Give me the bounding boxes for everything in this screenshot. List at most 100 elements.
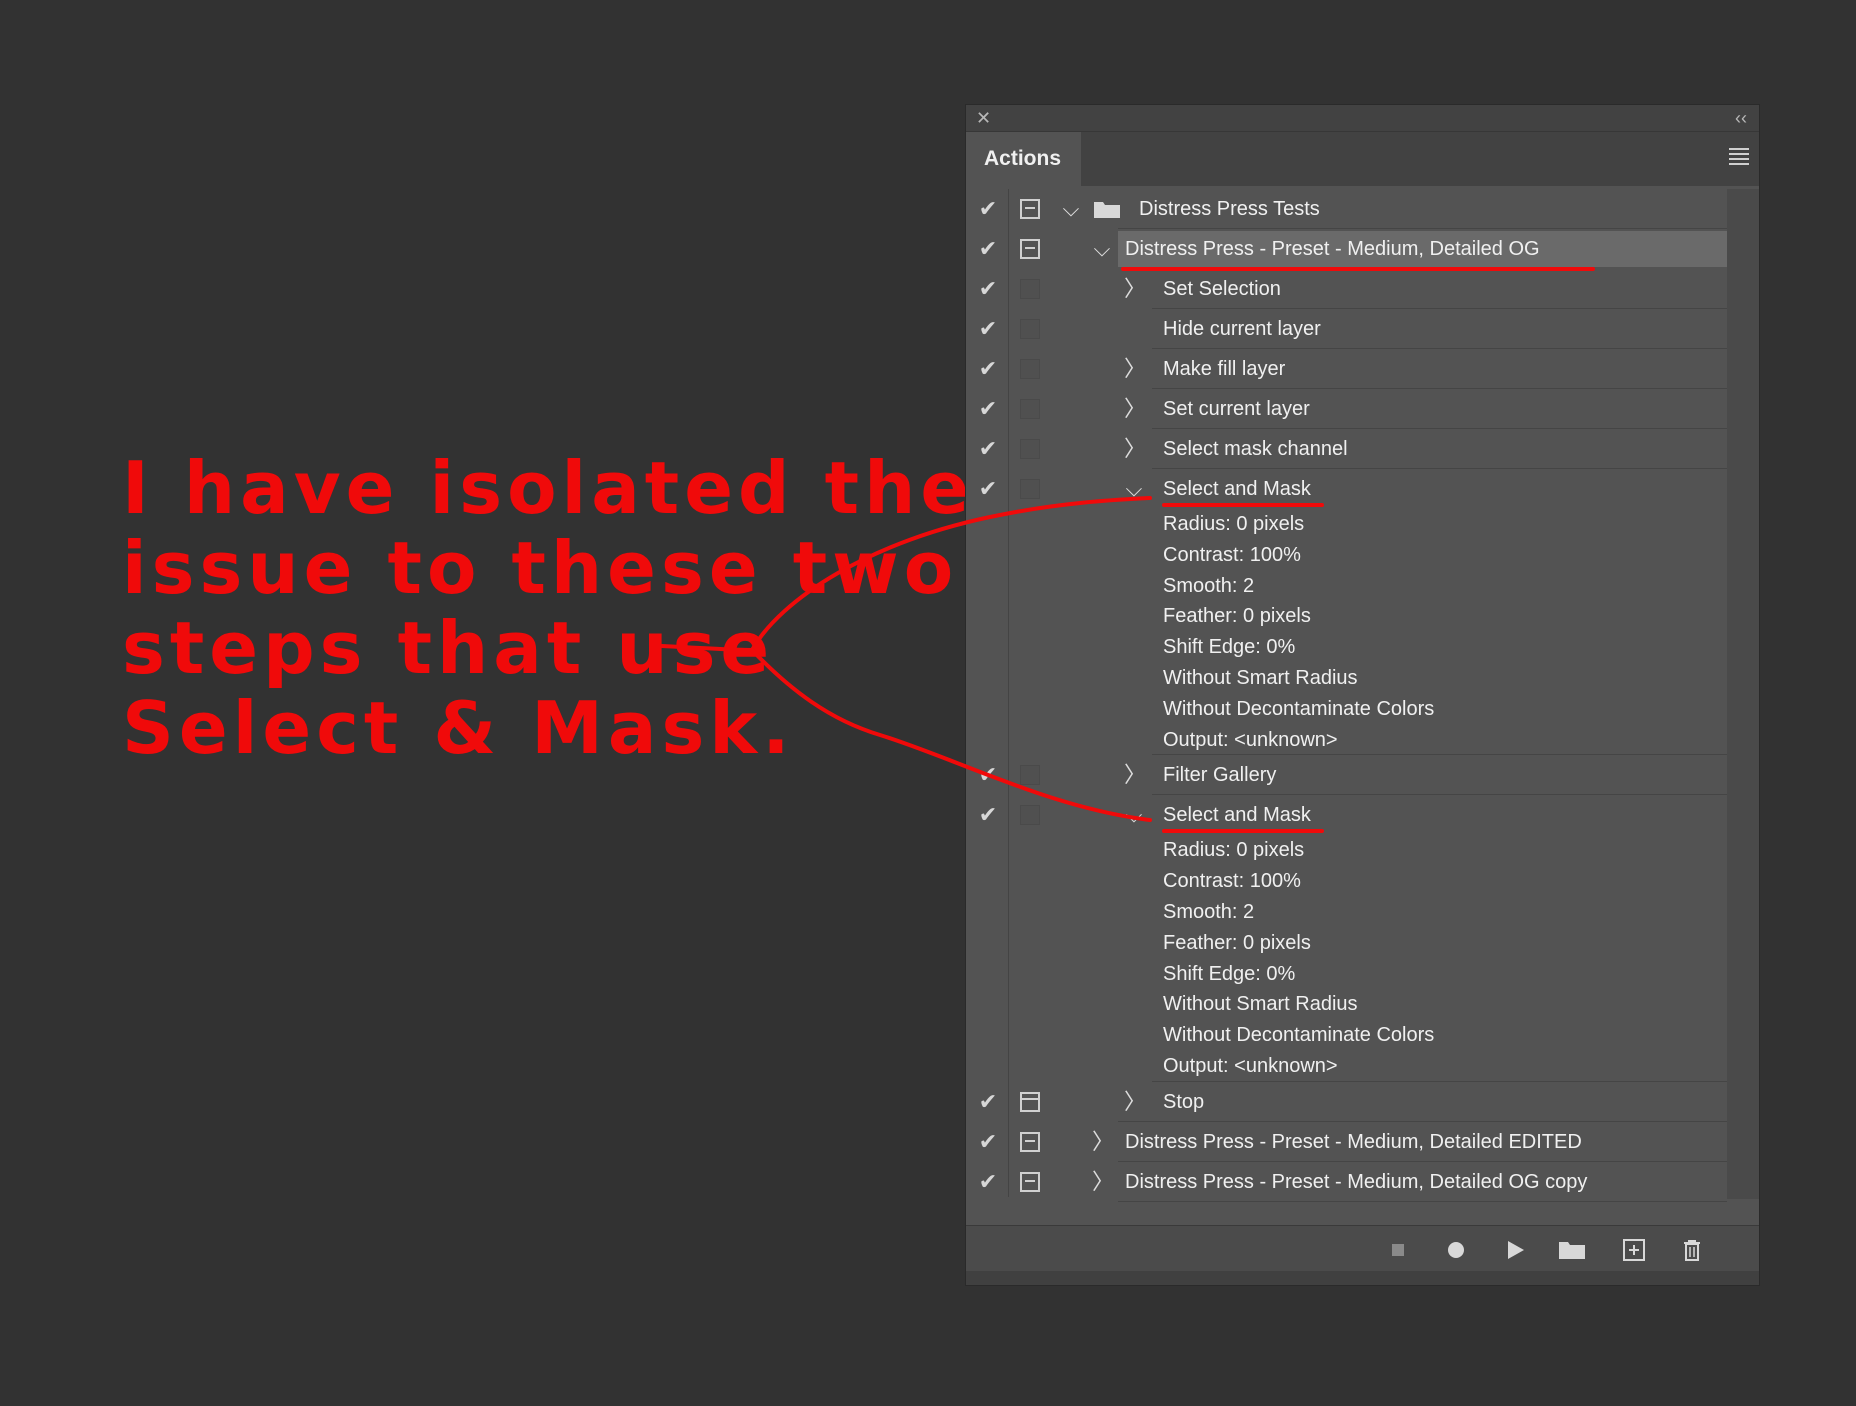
param-text: Without Decontaminate Colors: [1163, 697, 1435, 720]
chevron-down-icon[interactable]: ⌵: [1124, 795, 1144, 835]
checkmark-icon[interactable]: ✔: [974, 1122, 1002, 1162]
action-name: Distress Press - Preset - Medium, Detail…: [1125, 1130, 1582, 1153]
dialog-toggle-icon[interactable]: [1020, 479, 1040, 499]
folder-icon: [1094, 202, 1120, 218]
param-text: Without Decontaminate Colors: [1163, 1024, 1435, 1047]
list-item-step[interactable]: ✔ 〉 Select mask channel: [966, 429, 1759, 469]
dialog-toggle-icon[interactable]: [1020, 239, 1040, 259]
step-name: Make fill layer: [1163, 358, 1286, 380]
red-underline: [1162, 829, 1324, 834]
trash-icon[interactable]: [1680, 1238, 1704, 1262]
param-text: Feather: 0 pixels: [1163, 605, 1311, 628]
chevron-down-icon[interactable]: ⌵: [1061, 189, 1081, 229]
row-divider: [1118, 1200, 1727, 1202]
checkmark-icon[interactable]: ✔: [974, 1082, 1002, 1122]
panel-bottom-toolbar: [966, 1225, 1759, 1272]
tab-actions[interactable]: Actions: [966, 132, 1081, 186]
actions-list: ✔ ⌵ Distress Press Tests ✔ ⌵ Distress Pr…: [966, 189, 1759, 1202]
step-parameter: Smooth: 2: [966, 571, 1759, 602]
dialog-toggle-icon[interactable]: [1020, 279, 1040, 299]
annotation-line-3: steps that use: [122, 606, 775, 690]
param-text: Shift Edge: 0%: [1163, 636, 1296, 659]
double-chevron-left-icon[interactable]: ‹‹: [1735, 107, 1747, 129]
red-underline: [1162, 503, 1324, 507]
param-text: Radius: 0 pixels: [1163, 513, 1305, 535]
play-icon[interactable]: [1503, 1238, 1527, 1262]
param-text: Contrast: 100%: [1163, 543, 1301, 566]
dialog-toggle-icon[interactable]: [1020, 439, 1040, 459]
annotation-line-2: issue to these two: [122, 526, 959, 610]
checkmark-icon[interactable]: ✔: [974, 429, 1002, 469]
record-icon[interactable]: [1444, 1238, 1468, 1262]
step-parameter: Without Decontaminate Colors: [966, 694, 1759, 725]
step-parameter: Feather: 0 pixels: [966, 928, 1759, 959]
checkmark-icon[interactable]: ✔: [974, 389, 1002, 429]
chevron-right-icon[interactable]: 〉: [1124, 1082, 1146, 1122]
param-text: Without Smart Radius: [1163, 666, 1358, 689]
checkmark-icon[interactable]: ✔: [974, 189, 1002, 229]
resize-grip[interactable]: [966, 1271, 1759, 1285]
step-parameter: Radius: 0 pixels: [966, 509, 1759, 540]
list-item-step[interactable]: ✔ 〉 Filter Gallery: [966, 755, 1759, 796]
step-parameter: Output: <unknown>: [966, 1051, 1759, 1082]
chevron-right-icon[interactable]: 〉: [1092, 1122, 1114, 1162]
step-parameter: Shift Edge: 0%: [966, 959, 1759, 990]
checkmark-icon[interactable]: ✔: [974, 795, 1002, 835]
param-text: Shift Edge: 0%: [1163, 962, 1296, 985]
panel-menu-icon[interactable]: [1729, 148, 1749, 165]
list-item-step[interactable]: ✔ 〉 Set current layer: [966, 389, 1759, 429]
stop-icon[interactable]: [1386, 1238, 1410, 1262]
list-item-action[interactable]: ✔ 〉 Distress Press - Preset - Medium, De…: [966, 1162, 1759, 1202]
list-item-step[interactable]: ✔ 〉 Make fill layer: [966, 349, 1759, 389]
checkmark-icon[interactable]: ✔: [974, 349, 1002, 389]
chevron-right-icon[interactable]: 〉: [1124, 269, 1146, 309]
checkmark-icon[interactable]: ✔: [974, 269, 1002, 309]
chevron-right-icon[interactable]: 〉: [1124, 755, 1146, 795]
param-text: Radius: 0 pixels: [1163, 839, 1305, 862]
checkmark-icon[interactable]: ✔: [974, 1162, 1002, 1202]
dialog-toggle-icon[interactable]: [1020, 199, 1040, 219]
chevron-right-icon[interactable]: 〉: [1124, 389, 1146, 429]
step-parameter: Output: <unknown>: [966, 725, 1759, 756]
list-item-step[interactable]: ✔ 〉 Stop: [966, 1082, 1759, 1122]
list-item-step[interactable]: ✔ 〉 Set Selection: [966, 269, 1759, 309]
checkmark-icon[interactable]: ✔: [974, 309, 1002, 349]
chevron-right-icon[interactable]: 〉: [1092, 1162, 1114, 1202]
step-parameter: Contrast: 100%: [966, 540, 1759, 571]
dialog-toggle-icon[interactable]: [1020, 319, 1040, 339]
chevron-right-icon[interactable]: 〉: [1124, 349, 1146, 389]
dialog-toggle-icon[interactable]: [1020, 1131, 1040, 1152]
list-item-action[interactable]: ✔ ⌵ Distress Press - Preset - Medium, De…: [966, 229, 1759, 271]
new-set-folder-icon[interactable]: [1558, 1238, 1586, 1262]
list-item-step-select-and-mask[interactable]: ✔ ⌵ Select and Mask: [966, 795, 1759, 835]
chevron-down-icon[interactable]: ⌵: [1092, 229, 1112, 269]
dialog-toggle-icon[interactable]: [1020, 1091, 1040, 1112]
list-item-action[interactable]: ✔ 〉 Distress Press - Preset - Medium, De…: [966, 1122, 1759, 1162]
param-text: Smooth: 2: [1163, 900, 1255, 923]
list-item-action-set[interactable]: ✔ ⌵ Distress Press Tests: [966, 189, 1759, 229]
actions-panel: ✕ ‹‹ Actions ✔ ⌵ Distress Press Tests ✔ …: [965, 104, 1760, 1286]
checkmark-icon[interactable]: ✔: [974, 469, 1002, 509]
list-item-step[interactable]: ✔ Hide current layer: [966, 309, 1759, 349]
step-name: Stop: [1163, 1090, 1205, 1113]
checkmark-icon[interactable]: ✔: [974, 229, 1002, 269]
param-text: Feather: 0 pixels: [1163, 931, 1311, 954]
dialog-toggle-icon[interactable]: [1020, 1171, 1040, 1192]
new-action-icon[interactable]: [1622, 1238, 1646, 1262]
checkmark-icon[interactable]: ✔: [974, 755, 1002, 795]
close-icon[interactable]: ✕: [976, 107, 991, 129]
param-text: Smooth: 2: [1163, 574, 1255, 597]
dialog-toggle-icon[interactable]: [1020, 399, 1040, 419]
annotation-text: I have isolated the issue to these two s…: [122, 448, 969, 768]
dialog-toggle-icon[interactable]: [1020, 359, 1040, 379]
dialog-toggle-icon[interactable]: [1020, 805, 1040, 826]
chevron-right-icon[interactable]: 〉: [1124, 429, 1146, 469]
dialog-toggle-icon[interactable]: [1020, 765, 1040, 786]
list-item-step-select-and-mask[interactable]: ✔ ⌵ Select and Mask: [966, 469, 1759, 509]
panel-title-bar: ✕ ‹‹: [966, 105, 1759, 131]
step-parameter: Radius: 0 pixels: [966, 835, 1759, 866]
chevron-down-icon[interactable]: ⌵: [1124, 469, 1144, 509]
step-parameter: Smooth: 2: [966, 897, 1759, 928]
step-parameter: Contrast: 100%: [966, 866, 1759, 897]
step-parameter: Shift Edge: 0%: [966, 632, 1759, 663]
